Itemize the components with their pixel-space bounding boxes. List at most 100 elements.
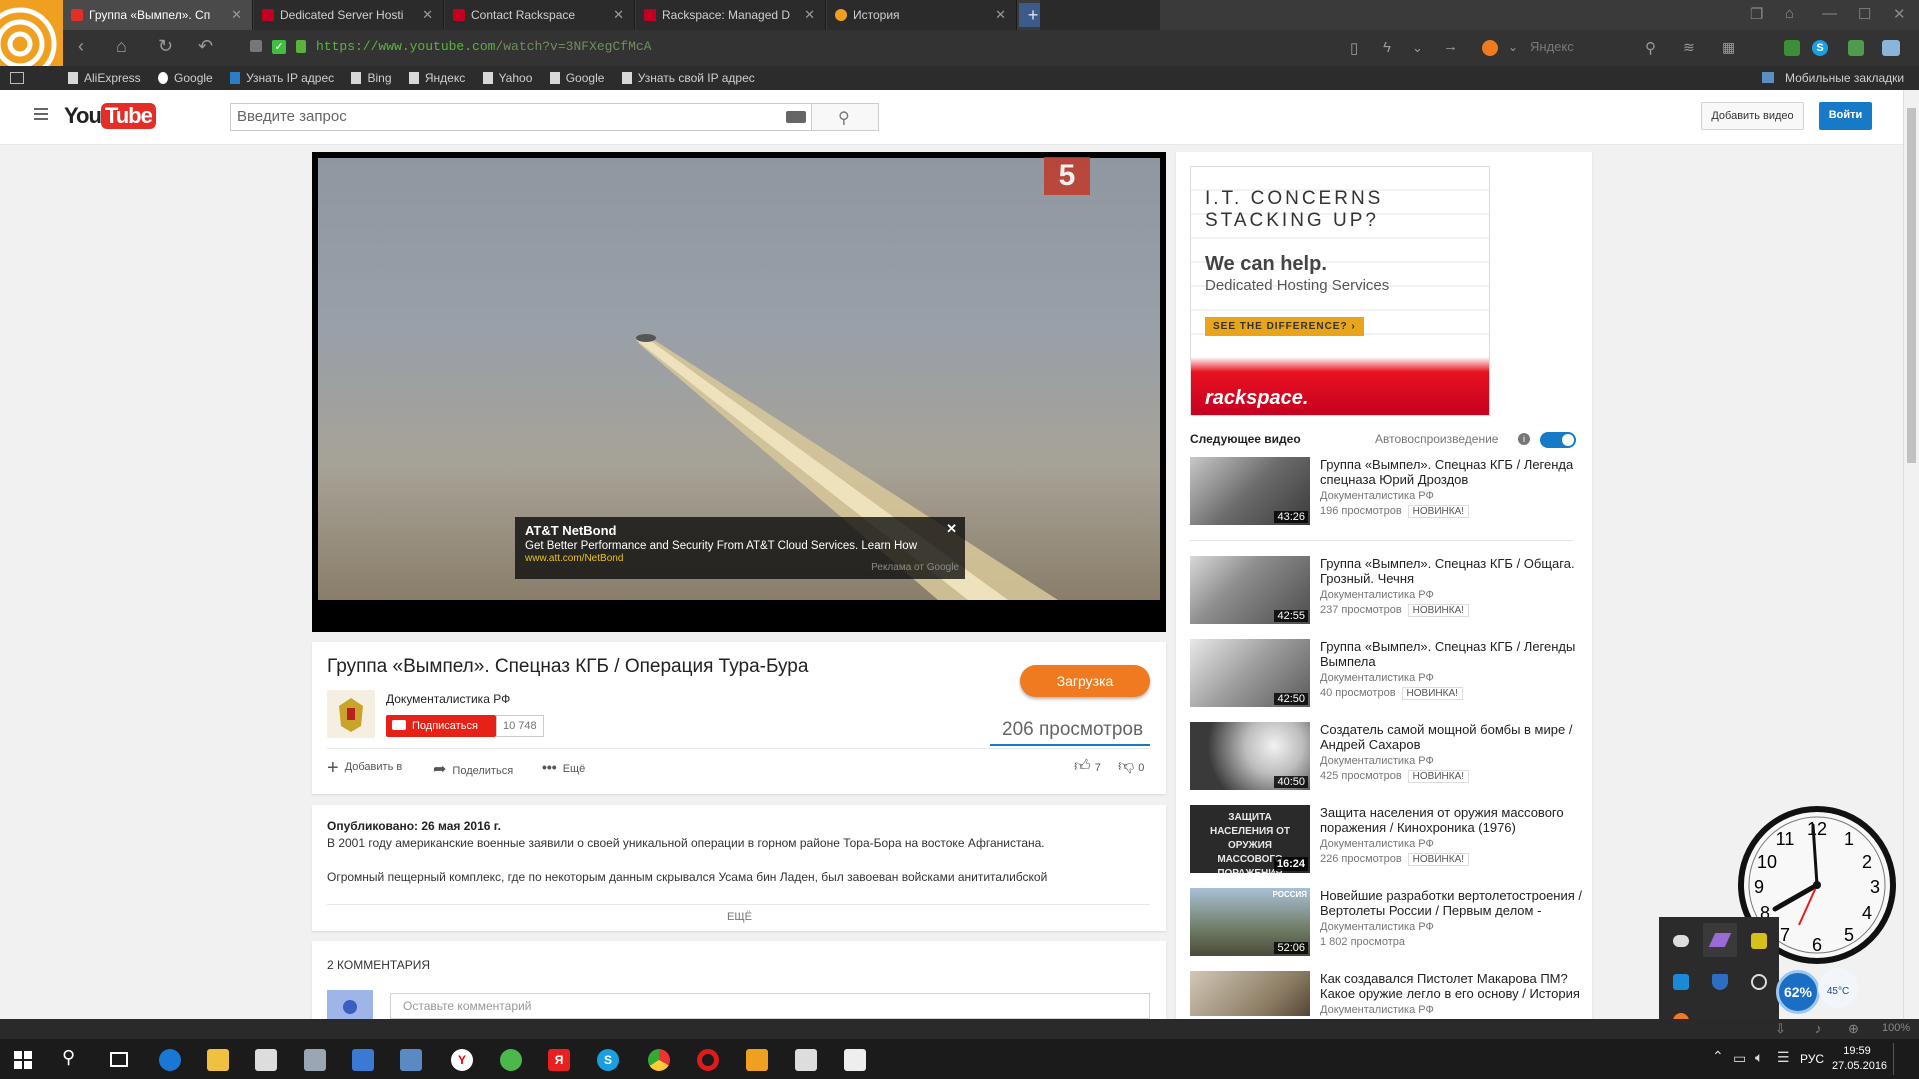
video-thumbnail[interactable] (1190, 971, 1310, 1016)
wifi-icon[interactable]: ≋ (1683, 39, 1695, 56)
tab-0[interactable]: Группа «Вымпел». Сп ✕ (63, 0, 253, 30)
tab-2[interactable]: Contact Rackspace ✕ (445, 0, 635, 30)
home-panel-icon[interactable]: ⌂ (1785, 5, 1794, 22)
show-desktop-divider[interactable] (1893, 1043, 1894, 1075)
video-thumbnail[interactable]: 42:50 (1190, 639, 1310, 707)
home-icon[interactable]: ⌂ (116, 36, 127, 57)
related-title[interactable]: Группа «Вымпел». Спецназ КГБ / Общага. Г… (1320, 556, 1585, 586)
upload-video-button[interactable]: Добавить видео (1701, 102, 1804, 130)
browser-menu-logo[interactable] (0, 0, 63, 66)
chevron-up-icon[interactable]: ⌃ (1712, 1048, 1724, 1065)
yandex-browser-icon[interactable]: Я (548, 1049, 570, 1071)
related-title[interactable]: Новейшие разработки вертолетостроения / … (1320, 888, 1585, 918)
app-icon[interactable] (304, 1049, 326, 1071)
video-thumbnail[interactable]: РОССИЯ 52:06 (1190, 888, 1310, 956)
close-icon[interactable]: ✕ (422, 0, 433, 30)
opera-icon[interactable] (697, 1049, 719, 1071)
search-input[interactable]: Введите запрос (230, 103, 812, 131)
related-video[interactable]: Как создавался Пистолет Макарова ПМ? Как… (1190, 971, 1585, 1016)
more-button[interactable]: ••• Ещё (542, 759, 585, 775)
close-icon[interactable]: ✕ (804, 0, 815, 30)
chrome-icon[interactable] (648, 1049, 670, 1071)
camera-icon[interactable] (844, 1049, 866, 1071)
zoom-icon[interactable]: ⊕ (1848, 1021, 1859, 1037)
forward-arrow-icon[interactable]: → (1443, 38, 1458, 55)
volume-icon[interactable]: ♪ (1815, 1021, 1822, 1036)
cloud-icon[interactable] (1673, 935, 1689, 947)
bookmark-item[interactable]: Google (549, 66, 604, 90)
related-video[interactable]: ЗАЩИТА НАСЕЛЕНИЯ ОТ ОРУЖИЯ МАССОВОГО ПОР… (1190, 805, 1585, 875)
tab-1[interactable]: Dedicated Server Hosti ✕ (254, 0, 444, 30)
temperature-widget[interactable]: 45°C (1818, 968, 1858, 1008)
volume-icon[interactable]: 🔈︎ (1755, 1049, 1763, 1066)
search-button[interactable]: ⚲ (811, 103, 879, 131)
reload-icon[interactable]: ↻ (158, 36, 173, 57)
app-icon[interactable] (1751, 933, 1767, 949)
video-thumbnail[interactable]: ЗАЩИТА НАСЕЛЕНИЯ ОТ ОРУЖИЯ МАССОВОГО ПОР… (1190, 805, 1310, 873)
undo-close-icon[interactable]: ↶ (198, 36, 213, 57)
store-icon[interactable] (255, 1049, 277, 1071)
chevron-down-icon[interactable]: ⌄ (1412, 40, 1423, 56)
extension-icon[interactable] (250, 40, 262, 52)
close-window-icon[interactable]: ✕ (1893, 5, 1906, 23)
related-title[interactable]: Как создавался Пистолет Макарова ПМ? Как… (1320, 971, 1585, 1001)
search-engine-input[interactable]: Яндекс (1530, 34, 1685, 60)
bookmark-item[interactable]: Google (158, 66, 213, 90)
cpu-gauge-widget[interactable]: 62% (1776, 970, 1820, 1014)
related-video[interactable]: 42:55 Группа «Вымпел». Спецназ КГБ / Общ… (1190, 556, 1585, 626)
comment-input[interactable]: Оставьте комментарий (390, 993, 1150, 1019)
bookmark-item[interactable]: Яндекс (408, 66, 465, 90)
related-title[interactable]: Группа «Вымпел». Спецназ КГБ / Легенда с… (1320, 457, 1585, 487)
download-status-icon[interactable]: ⇩ (1775, 1021, 1786, 1037)
chevron-down-icon[interactable]: ⌄ (1508, 40, 1518, 54)
dislike-button[interactable]: 👎︎ 0 (1118, 757, 1144, 776)
related-title[interactable]: Создатель самой мощной бомбы в мире / Ан… (1320, 722, 1585, 752)
turbo-icon[interactable]: ϟ (1383, 39, 1391, 56)
video-thumbnail[interactable]: 42:55 (1190, 556, 1310, 624)
info-icon[interactable]: i (1518, 433, 1530, 445)
browser-icon[interactable] (746, 1049, 768, 1071)
task-view-icon[interactable] (110, 1052, 128, 1067)
yandex-icon[interactable]: Y (451, 1049, 473, 1071)
network-icon[interactable]: ▭ (1733, 1050, 1746, 1067)
close-icon[interactable]: ✕ (995, 0, 1006, 30)
maximize-icon[interactable]: ☐ (1858, 5, 1871, 23)
bookmark-item[interactable]: Yahoo (482, 66, 532, 90)
close-icon[interactable]: ✕ (946, 521, 957, 537)
ad-overlay[interactable]: AT&T NetBond Get Better Performance and … (515, 517, 965, 579)
page-scrollbar[interactable] (1903, 90, 1919, 1020)
edge-icon[interactable] (159, 1049, 181, 1071)
windows-start-icon[interactable] (14, 1051, 32, 1069)
media-player-icon[interactable] (352, 1049, 374, 1071)
language-indicator[interactable]: РУС (1800, 1052, 1824, 1066)
keyboard-icon[interactable] (786, 111, 806, 123)
video-thumbnail[interactable]: 43:26 (1190, 457, 1310, 525)
video-thumbnail[interactable]: 40:50 (1190, 722, 1310, 790)
subscribe-button[interactable]: Подписаться (386, 715, 496, 737)
like-button[interactable]: 👍︎ 7 (1074, 757, 1101, 776)
related-video[interactable]: 42:50 Группа «Вымпел». Спецназ КГБ / Лег… (1190, 639, 1585, 709)
clock-icon[interactable] (1751, 974, 1767, 990)
youtube-logo[interactable]: You Tube (64, 103, 156, 131)
utorrent-icon[interactable] (500, 1049, 522, 1071)
defender-icon[interactable] (1712, 974, 1728, 990)
tab-3[interactable]: Rackspace: Managed D ✕ (636, 0, 826, 30)
hamburger-menu-icon[interactable] (34, 108, 48, 120)
share-button[interactable]: ➦ Поделиться (433, 759, 513, 779)
skype-icon[interactable]: S (1812, 40, 1828, 56)
bookmark-item[interactable]: Узнать свой IP адрес (621, 66, 755, 90)
related-video[interactable]: 43:26 Группа «Вымпел». Спецназ КГБ / Лег… (1190, 457, 1585, 527)
tab-4[interactable]: История ✕ (827, 0, 1017, 30)
sync-icon[interactable] (1784, 40, 1800, 56)
mobile-bookmarks-link[interactable]: Мобильные закладки (1785, 66, 1904, 90)
related-video[interactable]: РОССИЯ 52:06 Новейшие разработки вертолет… (1190, 888, 1585, 958)
sidebar-toggle-icon[interactable] (10, 72, 24, 84)
file-explorer-icon[interactable] (207, 1049, 229, 1071)
back-icon[interactable]: ‹ (78, 36, 84, 57)
search-icon[interactable]: ⚲ (1645, 39, 1656, 57)
reader-mode-icon[interactable]: ▯ (1350, 39, 1358, 57)
network-icon[interactable] (1673, 974, 1689, 990)
search-icon[interactable]: ⚲ (62, 1047, 75, 1068)
related-title[interactable]: Группа «Вымпел». Спецназ КГБ / Легенды В… (1320, 639, 1585, 669)
app-icon[interactable] (795, 1049, 817, 1071)
